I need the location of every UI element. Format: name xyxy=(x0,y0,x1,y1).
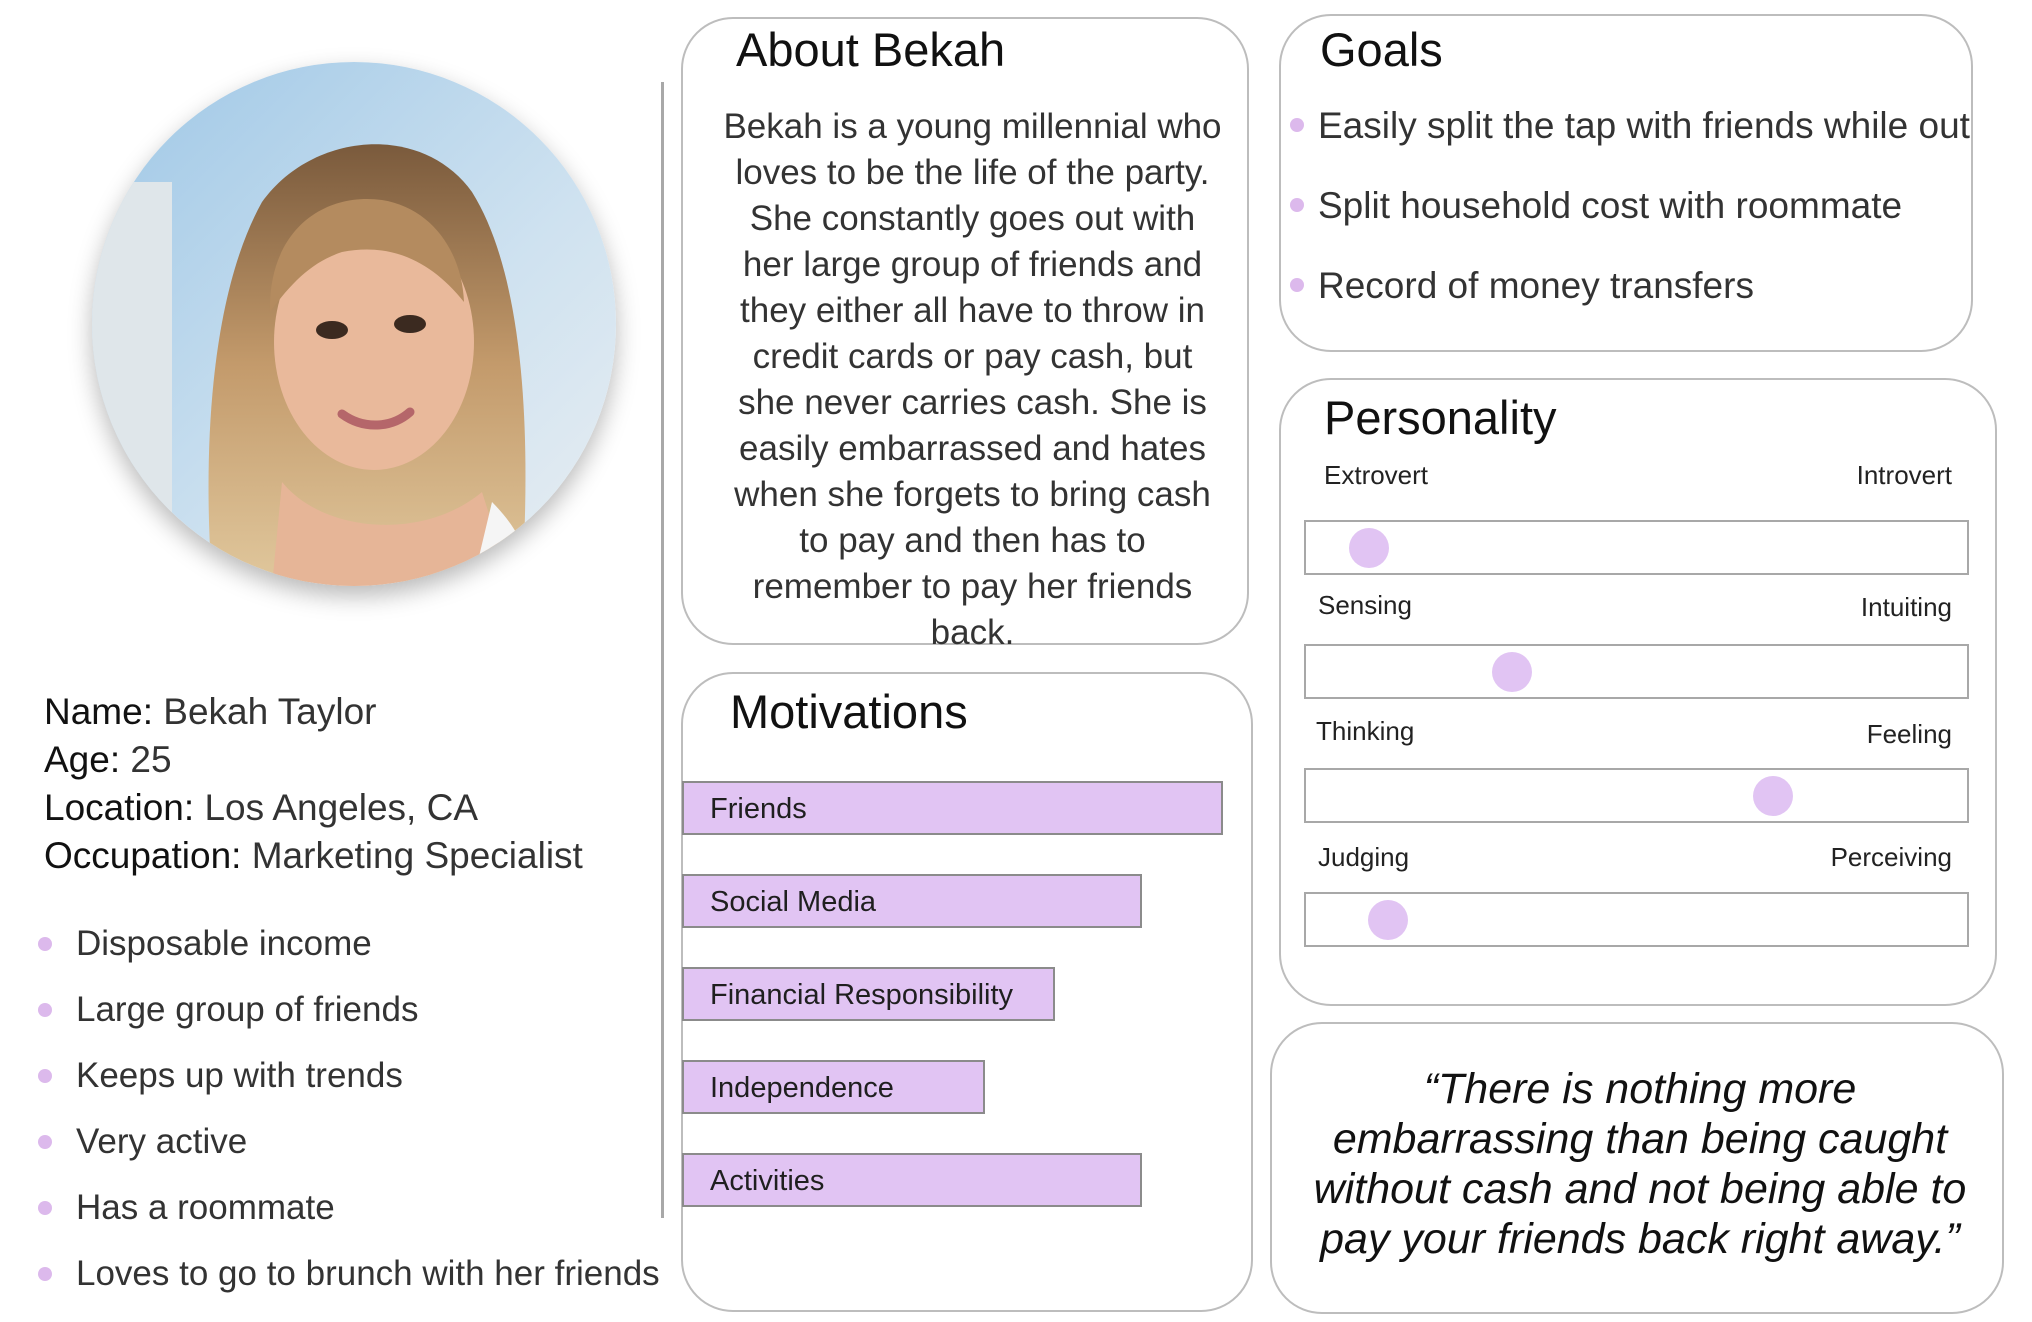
age-label: Age: xyxy=(44,739,121,780)
bullet-icon xyxy=(38,1267,52,1281)
trait-right-label: Perceiving xyxy=(1830,842,1952,872)
motivations-title: Motivations xyxy=(730,685,968,738)
trait-right-label: Introvert xyxy=(1856,460,1952,490)
age-value: 25 xyxy=(130,739,172,780)
slider-knob xyxy=(1753,776,1793,816)
motivation-label: Friends xyxy=(710,793,807,825)
motivation-bar: Activities xyxy=(682,1153,1142,1207)
name-value: Bekah Taylor xyxy=(163,691,377,732)
bullet-icon xyxy=(38,1069,52,1083)
motivation-label: Financial Responsibility xyxy=(710,979,1014,1011)
personality-slider xyxy=(1304,768,1969,823)
location-value: Los Angeles, CA xyxy=(204,787,479,828)
trait-left-label: Sensing xyxy=(1318,590,1412,620)
trait-right-label: Feeling xyxy=(1866,719,1952,749)
name-row: Name: Bekah Taylor xyxy=(44,688,583,736)
occupation-value: Marketing Specialist xyxy=(251,835,583,876)
location-row: Location: Los Angeles, CA xyxy=(44,784,583,832)
occupation-row: Occupation: Marketing Specialist xyxy=(44,832,583,880)
trait-right-label: Intuiting xyxy=(1860,592,1952,622)
motivation-label: Independence xyxy=(710,1072,894,1104)
name-label: Name: xyxy=(44,691,153,732)
persona-quote: “There is nothing more embarrassing than… xyxy=(1313,1065,1967,1263)
occupation-label: Occupation: xyxy=(44,835,242,876)
motivation-bar: Financial Responsibility xyxy=(682,967,1055,1021)
slider-knob xyxy=(1349,528,1389,568)
bullet-icon xyxy=(38,937,52,951)
motivation-bar: Independence xyxy=(682,1060,985,1114)
about-title: About Bekah xyxy=(736,23,1006,76)
bullet-icon xyxy=(38,1003,52,1017)
about-text: Bekah is a young millennial who loves to… xyxy=(723,107,1222,652)
persona-info: Name: Bekah Taylor Age: 25 Location: Los… xyxy=(44,688,583,880)
profile-photo xyxy=(92,62,616,586)
goals-title: Goals xyxy=(1320,23,1443,76)
personality-slider xyxy=(1304,644,1969,699)
slider-knob xyxy=(1492,652,1532,692)
location-label: Location: xyxy=(44,787,195,828)
personality-title: Personality xyxy=(1324,391,1557,444)
trait-left-label: Thinking xyxy=(1316,716,1415,746)
personality-slider xyxy=(1304,520,1969,575)
bullet-icon xyxy=(38,1135,52,1149)
motivation-bar: Friends xyxy=(682,781,1223,835)
motivation-label: Activities xyxy=(710,1165,825,1197)
motivation-bar: Social Media xyxy=(682,874,1142,928)
personality-slider xyxy=(1304,892,1969,947)
bullet-icon xyxy=(38,1201,52,1215)
trait-left-label: Extrovert xyxy=(1324,460,1429,490)
bullet-icon xyxy=(1290,278,1304,292)
trait-left-label: Judging xyxy=(1318,842,1410,872)
bullet-icon xyxy=(1290,118,1304,132)
slider-knob xyxy=(1368,900,1408,940)
column-divider xyxy=(661,82,664,1218)
age-row: Age: 25 xyxy=(44,736,583,784)
motivation-label: Social Media xyxy=(710,886,877,918)
bullet-icon xyxy=(1290,198,1304,212)
